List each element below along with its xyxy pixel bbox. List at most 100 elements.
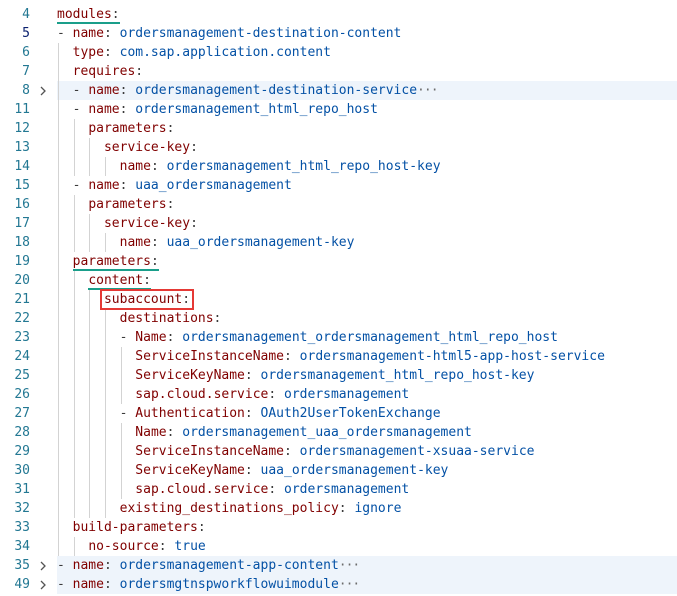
code-line[interactable]: 13 service-key: xyxy=(0,138,677,157)
code-text[interactable]: destinations: xyxy=(120,309,222,328)
line-number: 24 xyxy=(14,349,30,364)
line-number: 13 xyxy=(14,140,30,155)
code-text[interactable]: - Authentication: OAuth2UserTokenExchang… xyxy=(120,404,441,423)
code-line[interactable]: 7 requires: xyxy=(0,62,677,81)
indent-guide xyxy=(89,442,91,461)
indent-guide xyxy=(73,233,75,252)
indent-guide xyxy=(73,328,75,347)
yaml-colon: : xyxy=(119,83,136,98)
code-line[interactable]: 23 - Name: ordersmanagement_ordersmanagem… xyxy=(0,328,677,347)
code-line[interactable]: 29 ServiceInstanceName: ordersmanagement-… xyxy=(0,442,677,461)
yaml-colon: : xyxy=(244,368,261,383)
code-text[interactable]: parameters: xyxy=(88,195,174,214)
code-line[interactable]: 12 parameters: xyxy=(0,119,677,138)
code-text[interactable]: type: com.sap.application.content xyxy=(73,43,331,62)
yaml-value: true xyxy=(174,539,206,554)
indent-guide xyxy=(104,461,106,480)
indent-guide xyxy=(58,423,59,442)
indent-guide xyxy=(73,461,75,480)
code-line[interactable]: 24 ServiceInstanceName: ordersmanagement-… xyxy=(0,347,677,366)
indent-guide xyxy=(73,442,75,461)
code-text[interactable]: ServiceKeyName: uaa_ordersmanagement-key xyxy=(135,461,448,480)
code-text[interactable]: ServiceInstanceName: ordersmanagement-xs… xyxy=(135,442,534,461)
line-number: 22 xyxy=(14,311,30,326)
code-line[interactable]: 30 ServiceKeyName: uaa_ordersmanagement-k… xyxy=(0,461,677,480)
yaml-key: ServiceInstanceName xyxy=(135,444,285,459)
code-text[interactable]: name: ordersmanagement_html_repo_host-ke… xyxy=(120,157,441,176)
yaml-value: ordersmanagement-xsuaa-service xyxy=(299,444,535,459)
yaml-value: ordersmanagement-app-content xyxy=(119,558,339,573)
indent-guide xyxy=(58,119,59,138)
list-dash: - xyxy=(72,102,89,117)
indent-guide xyxy=(120,461,122,480)
code-line[interactable]: 34 no-source: true xyxy=(0,537,677,556)
code-line[interactable]: 35 - name: ordersmanagement-app-content··… xyxy=(0,556,677,575)
code-text[interactable]: service-key: xyxy=(104,138,198,157)
code-line[interactable]: 49 - name: ordersmgtnspworkflowuimodule··… xyxy=(0,575,677,594)
indent-guide xyxy=(104,499,106,518)
fold-ellipsis[interactable]: ··· xyxy=(417,83,439,98)
code-text[interactable]: - name: ordersmanagement-destination-ser… xyxy=(73,81,439,100)
code-text[interactable]: existing_destinations_policy: ignore xyxy=(120,499,402,518)
code-line[interactable]: 16 parameters: xyxy=(0,195,677,214)
code-text[interactable]: - name: ordersmanagement-destination-con… xyxy=(57,24,401,43)
indent-guide xyxy=(89,461,91,480)
code-line[interactable]: 6 type: com.sap.application.content xyxy=(0,43,677,62)
code-text[interactable]: sap.cloud.service: ordersmanagement xyxy=(135,480,409,499)
yaml-colon: : xyxy=(244,463,261,478)
code-text[interactable]: - name: ordersmanagement_html_repo_host xyxy=(73,100,378,119)
yaml-value: uaa_ordersmanagement-key xyxy=(260,463,449,478)
code-text[interactable]: ServiceKeyName: ordersmanagement_html_re… xyxy=(135,366,534,385)
line-number: 35 xyxy=(14,558,30,573)
list-dash: - xyxy=(57,26,73,41)
code-line[interactable]: 32 existing_destinations_policy: ignore xyxy=(0,499,677,518)
code-line[interactable]: 15 - name: uaa_ordersmanagement xyxy=(0,176,677,195)
code-text[interactable]: ServiceInstanceName: ordersmanagement-ht… xyxy=(135,347,605,366)
code-line[interactable]: 14 name: ordersmanagement_html_repo_host-… xyxy=(0,157,677,176)
code-text[interactable]: parameters: xyxy=(88,119,174,138)
yaml-value: ordersmanagement-html5-app-host-service xyxy=(299,349,605,364)
chevron-right-icon[interactable] xyxy=(37,556,49,575)
yaml-colon: : xyxy=(166,330,183,345)
code-text[interactable]: - Name: ordersmanagement_ordersmanagemen… xyxy=(120,328,558,347)
annotation-underline xyxy=(72,269,159,271)
code-text[interactable]: name: uaa_ordersmanagement-key xyxy=(120,233,355,252)
code-line[interactable]: 8 - name: ordersmanagement-destination-se… xyxy=(0,81,677,100)
code-line[interactable]: 28 Name: ordersmanagement_uaa_ordersmanag… xyxy=(0,423,677,442)
indent-guide xyxy=(73,537,75,556)
code-text[interactable]: - name: ordersmgtnspworkflowuimodule··· xyxy=(57,575,361,594)
code-line[interactable]: 11 - name: ordersmanagement_html_repo_hos… xyxy=(0,100,677,119)
code-text[interactable]: - name: ordersmanagement-app-content··· xyxy=(57,556,361,575)
line-number: 14 xyxy=(14,159,30,174)
chevron-right-icon[interactable] xyxy=(37,575,49,594)
code-text[interactable]: sap.cloud.service: ordersmanagement xyxy=(135,385,409,404)
code-text[interactable]: requires: xyxy=(73,62,143,81)
fold-ellipsis[interactable]: ··· xyxy=(339,558,361,573)
code-text[interactable]: service-key: xyxy=(104,214,198,233)
code-line[interactable]: 31 sap.cloud.service: ordersmanagement xyxy=(0,480,677,499)
line-number: 28 xyxy=(14,425,30,440)
code-line[interactable]: 25 ServiceKeyName: ordersmanagement_html_… xyxy=(0,366,677,385)
line-number: 30 xyxy=(14,463,30,478)
yaml-code-editor[interactable]: 4 modules: 5- name: ordersmanagement-desti… xyxy=(0,0,677,596)
code-line[interactable]: 22 destinations: xyxy=(0,309,677,328)
code-text[interactable]: build-parameters: xyxy=(73,518,206,537)
chevron-right-icon[interactable] xyxy=(37,81,49,100)
code-line[interactable]: 18 name: uaa_ordersmanagement-key xyxy=(0,233,677,252)
code-line[interactable]: 33 build-parameters: xyxy=(0,518,677,537)
indent-guide xyxy=(58,347,59,366)
fold-ellipsis[interactable]: ··· xyxy=(339,577,361,592)
code-line[interactable]: 5 - name: ordersmanagement-destination-co… xyxy=(0,24,677,43)
code-line[interactable]: 17 service-key: xyxy=(0,214,677,233)
yaml-key: sap.cloud.service xyxy=(135,387,269,402)
yaml-key: parameters xyxy=(88,121,167,136)
code-line[interactable]: 27 - Authentication: OAuth2UserTokenExcha… xyxy=(0,404,677,423)
indent-guide xyxy=(58,252,59,271)
yaml-value: ordersmanagement-destination-service xyxy=(135,83,418,98)
code-text[interactable]: Name: ordersmanagement_uaa_ordersmanagem… xyxy=(135,423,472,442)
yaml-colon: : xyxy=(103,558,120,573)
code-text[interactable]: no-source: true xyxy=(88,537,205,556)
code-text[interactable]: - name: uaa_ordersmanagement xyxy=(73,176,292,195)
indent-guide xyxy=(73,214,75,233)
code-line[interactable]: 26 sap.cloud.service: ordersmanagement xyxy=(0,385,677,404)
